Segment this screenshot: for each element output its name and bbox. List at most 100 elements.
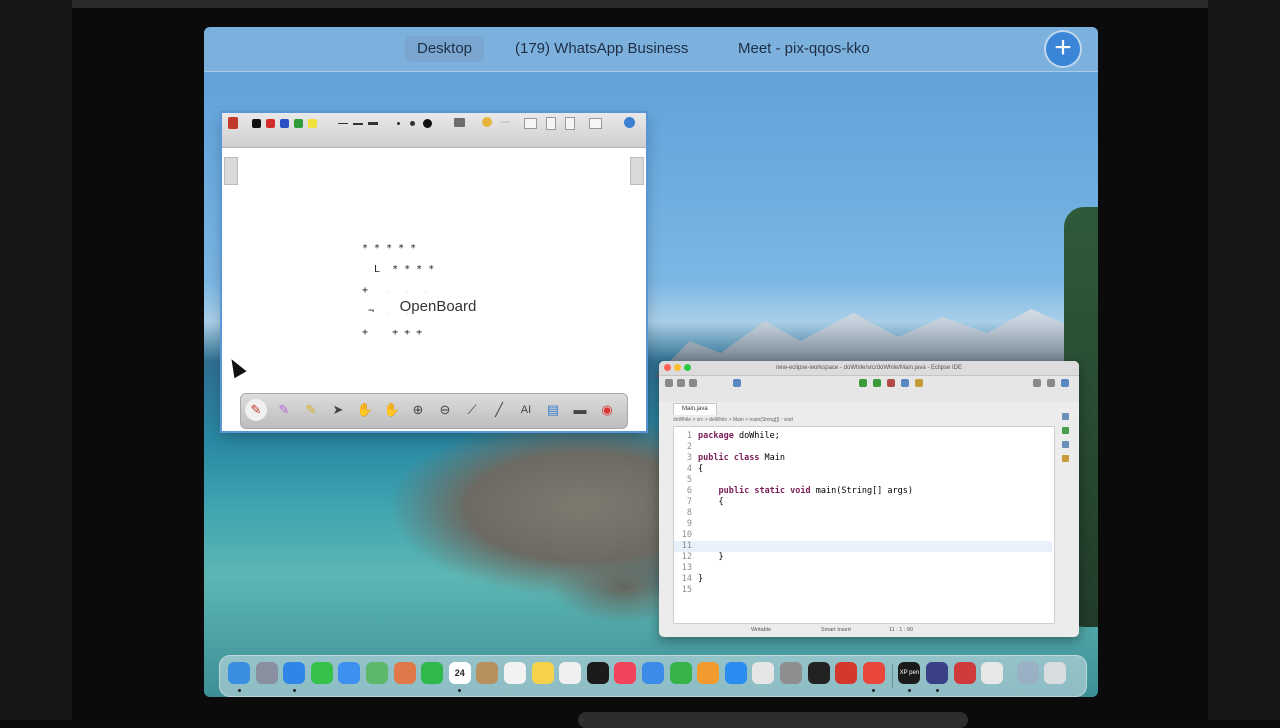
selector-tool-icon[interactable]: ➤ [327,399,349,421]
zoom-out-icon[interactable]: ⊖ [434,399,456,421]
stop-icon[interactable] [887,379,895,387]
code-line[interactable]: 7 { [674,497,1052,508]
web-icon[interactable] [624,117,635,128]
marker-tool-icon[interactable]: ✎ [273,399,295,421]
console-icon[interactable] [1062,455,1069,462]
text-tool-icon[interactable]: AI [515,399,537,421]
perspective-icon[interactable] [1047,379,1055,387]
screenshot-icon[interactable] [953,662,976,684]
code-line[interactable]: 11 [674,541,1052,552]
code-line[interactable]: 12 } [674,552,1052,563]
system-settings-icon[interactable] [780,662,802,684]
new-class-icon[interactable] [915,379,923,387]
space-tab-meet[interactable]: Meet - pix-qqos-kko [726,36,882,62]
task-list-icon[interactable] [1062,427,1069,434]
code-line[interactable]: 3 public class Main [674,453,1052,464]
line-thin-icon[interactable] [338,123,348,124]
grab-tool-icon[interactable]: ✋ [381,399,403,421]
tv-icon[interactable] [586,662,609,684]
pages-icon[interactable] [697,662,720,684]
code-line[interactable]: 2 [674,442,1052,453]
virtual-keyboard-icon[interactable]: ◉ [596,399,618,421]
openboard-window[interactable]: * * * * * L * * * * + . . . ¬ . . + + + … [222,113,646,431]
notes-icon[interactable] [531,662,554,684]
chrome-icon[interactable] [862,662,885,684]
app-store-icon[interactable] [724,662,747,684]
code-line[interactable]: 8 [674,508,1052,519]
search-icon[interactable] [1033,379,1041,387]
freeform-icon[interactable] [559,662,582,684]
music-icon[interactable] [614,662,637,684]
mail-icon[interactable] [338,662,361,684]
run-icon[interactable] [859,379,867,387]
color-black-swatch[interactable] [252,119,261,128]
zoom-window-icon[interactable] [684,364,691,371]
whiteboard-icon[interactable] [981,662,1004,684]
launchpad-icon[interactable] [255,662,278,684]
numbers-icon[interactable] [669,662,692,684]
code-line[interactable]: 5 [674,475,1052,486]
facetime-icon[interactable] [421,662,444,684]
outline-icon[interactable] [1062,413,1069,420]
code-line[interactable]: 6 public static void main(String[] args) [674,486,1052,497]
line-tool-icon[interactable]: ╱ [488,399,510,421]
print-icon[interactable] [689,379,697,387]
minimize-window-icon[interactable] [674,364,681,371]
save-icon[interactable] [677,379,685,387]
background-icon[interactable] [454,118,465,127]
color-red-swatch[interactable] [266,119,275,128]
run-config-icon[interactable] [873,379,881,387]
close-window-icon[interactable] [664,364,671,371]
eraser-small-icon[interactable] [397,122,400,125]
zoom-in-icon[interactable]: ⊕ [407,399,429,421]
breadcrumb[interactable]: doWhile > src > doWhile > Main > main(St… [673,416,1053,425]
code-line[interactable]: 15 [674,585,1052,596]
java-perspective-icon[interactable] [1061,379,1069,387]
new-file-icon[interactable] [665,379,673,387]
redo-icon[interactable] [500,121,510,123]
page-icon[interactable] [546,117,556,130]
color-blue-swatch[interactable] [280,119,289,128]
capture-tool-icon[interactable]: ▤ [542,399,564,421]
contacts-icon[interactable] [476,662,499,684]
space-tab-whatsapp[interactable]: (179) WhatsApp Business [503,36,700,62]
new-package-icon[interactable] [901,379,909,387]
code-line[interactable]: 14} [674,574,1052,585]
undo-icon[interactable] [482,117,492,127]
code-editor[interactable]: 1 package doWhile; 2 3 public class Main 4{5 6… [673,426,1055,624]
safari-icon[interactable] [283,662,306,684]
finder-icon[interactable] [228,662,250,684]
pen-tool-icon[interactable]: ✎ [245,399,267,421]
code-line[interactable]: 9 [674,519,1052,530]
downloads-icon[interactable] [1016,662,1039,684]
terminal-icon[interactable] [807,662,830,684]
highlighter-tool-icon[interactable]: ✎ [300,399,322,421]
space-tab-desktop[interactable]: Desktop [405,36,485,62]
tab-main-java[interactable]: Main.java [673,403,717,415]
xp-pen-icon[interactable]: XP pen [898,662,921,684]
code-line[interactable]: 4{ [674,464,1052,475]
debug-icon[interactable] [733,379,741,387]
line-thick-icon[interactable] [368,122,378,125]
stylus-icon[interactable] [228,117,238,129]
color-green-swatch[interactable] [294,119,303,128]
keynote-icon[interactable] [642,662,664,684]
add-space-button[interactable]: + [1046,32,1080,66]
code-line[interactable]: 10 [674,530,1052,541]
ruler-tool-icon[interactable]: ▬ [569,399,591,421]
hand-tool-icon[interactable]: ✋ [354,399,376,421]
photos-icon[interactable] [393,662,416,684]
openboard-icon[interactable] [835,662,858,684]
code-line[interactable]: 13 [674,563,1052,574]
reminders-icon[interactable] [504,662,526,684]
maps-icon[interactable] [366,662,388,684]
eclipse-icon[interactable] [926,662,948,684]
pages-icon[interactable] [524,118,537,129]
document-icon[interactable] [565,117,575,130]
trash-icon[interactable] [1044,662,1067,684]
calendar-icon[interactable]: 24 [448,662,471,684]
messages-icon[interactable] [310,662,333,684]
color-yellow-swatch[interactable] [308,119,317,128]
line-medium-icon[interactable] [353,123,363,125]
preview-icon[interactable] [752,662,775,684]
